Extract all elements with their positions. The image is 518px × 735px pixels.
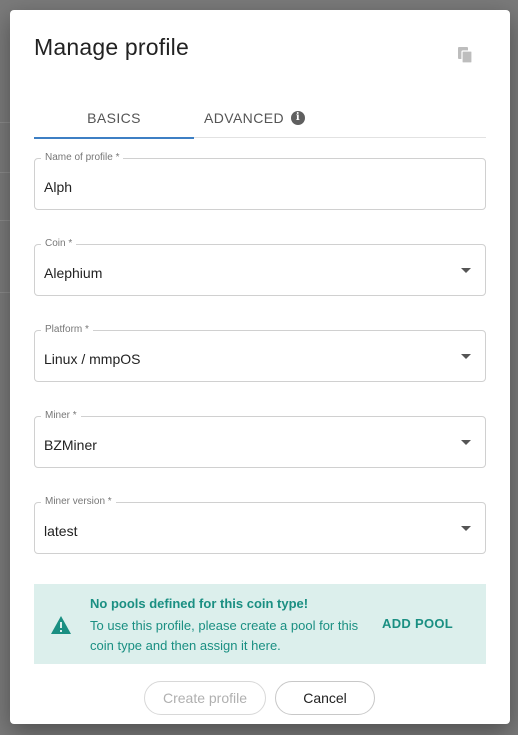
info-icon[interactable]: i xyxy=(290,111,305,125)
alert-message: To use this profile, please create a poo… xyxy=(90,618,359,653)
coin-value: Alephium xyxy=(44,265,103,281)
background-divider xyxy=(0,122,10,123)
dialog-title: Manage profile xyxy=(34,34,189,60)
add-pool-button[interactable]: ADD POOL xyxy=(382,616,453,631)
profile-name-field[interactable]: Name of profile * Alph xyxy=(34,152,486,210)
miner-version-label: Miner version * xyxy=(41,496,116,507)
manage-profile-dialog: Manage profile BASICS ADVANCED i Name of… xyxy=(10,10,510,724)
chevron-down-icon[interactable] xyxy=(461,526,471,531)
alert-title: No pools defined for this coin type! xyxy=(90,596,309,611)
warning-icon xyxy=(50,615,72,635)
profile-name-value: Alph xyxy=(44,179,73,195)
miner-value: BZMiner xyxy=(44,437,97,453)
chevron-down-icon[interactable] xyxy=(461,440,471,445)
platform-label: Platform * xyxy=(41,324,93,335)
background-divider xyxy=(0,220,10,221)
coin-label: Coin * xyxy=(41,238,77,249)
miner-select[interactable]: Miner * BZMiner xyxy=(34,410,486,468)
tab-bar: BASICS ADVANCED i xyxy=(34,98,486,139)
tab-advanced[interactable]: ADVANCED i xyxy=(204,98,334,138)
background-divider xyxy=(0,292,10,293)
tab-advanced-label: ADVANCED xyxy=(204,110,284,126)
no-pools-alert: No pools defined for this coin type! To … xyxy=(34,584,486,664)
chevron-down-icon[interactable] xyxy=(461,354,471,359)
miner-version-select[interactable]: Miner version * latest xyxy=(34,496,486,554)
background-divider xyxy=(0,172,10,173)
tab-basics[interactable]: BASICS xyxy=(34,98,194,139)
chevron-down-icon[interactable] xyxy=(461,268,471,273)
create-profile-button[interactable]: Create profile xyxy=(144,681,266,715)
miner-version-value: latest xyxy=(44,523,78,539)
coin-select[interactable]: Coin * Alephium xyxy=(34,238,486,296)
miner-label: Miner * xyxy=(41,410,81,421)
platform-value: Linux / mmpOS xyxy=(44,351,141,367)
platform-select[interactable]: Platform * Linux / mmpOS xyxy=(34,324,486,382)
tab-basics-label: BASICS xyxy=(87,110,141,126)
copy-icon[interactable] xyxy=(455,45,475,65)
profile-name-label: Name of profile * xyxy=(41,152,124,163)
cancel-button[interactable]: Cancel xyxy=(275,681,375,715)
